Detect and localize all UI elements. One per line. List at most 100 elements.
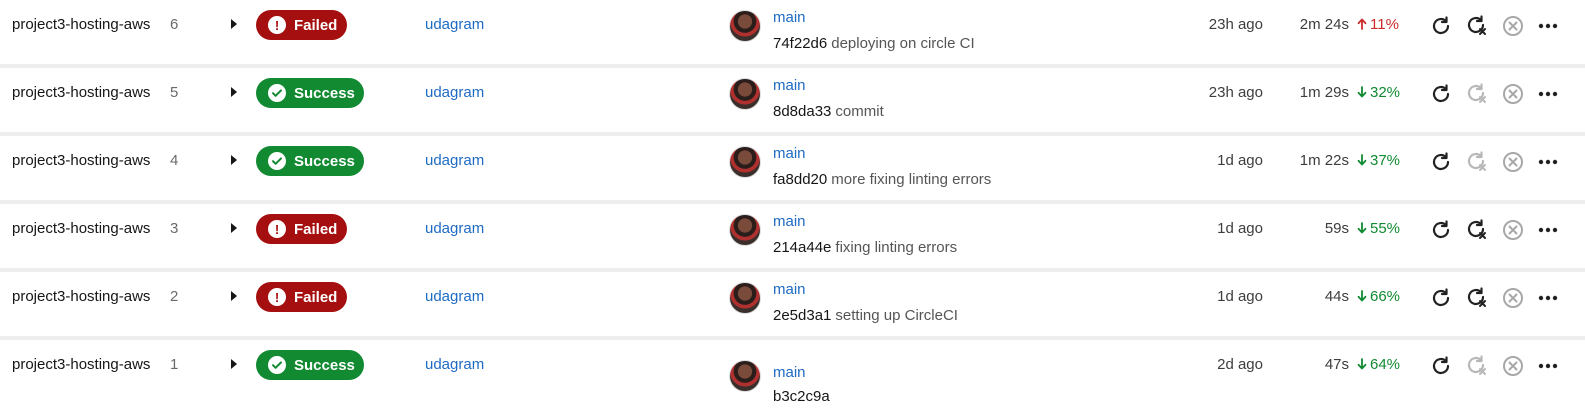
branch-link[interactable]: main (773, 364, 806, 381)
duration-change: 55% (1357, 220, 1400, 237)
pipeline-row[interactable]: project3-hosting-aws 1 Success udagram m… (0, 340, 1585, 408)
alert-icon: ! (268, 220, 286, 238)
commit-sha[interactable]: b3c2c9a (773, 388, 830, 405)
expand-caret-icon[interactable] (231, 19, 237, 29)
project-name[interactable]: project3-hosting-aws (12, 356, 150, 373)
started-ago: 23h ago (1208, 16, 1263, 33)
commit-message: commit (835, 103, 884, 120)
commit-info: fa8dd20 more fixing linting errors (773, 171, 991, 188)
cancel-icon[interactable] (1500, 149, 1526, 175)
started-ago: 1d ago (1217, 288, 1263, 305)
change-value: 32% (1370, 84, 1401, 101)
arrow-down-icon (1357, 220, 1370, 237)
change-value: 55% (1370, 220, 1401, 237)
rerun-failed-icon[interactable] (1464, 13, 1490, 39)
avatar (729, 214, 761, 246)
pipeline-row[interactable]: project3-hosting-aws 4 Success udagram m… (0, 136, 1585, 200)
rerun-failed-icon[interactable] (1464, 217, 1490, 243)
pipeline-number: 2 (170, 288, 179, 305)
commit-info: b3c2c9a (773, 388, 834, 405)
repo-link[interactable]: udagram (425, 16, 484, 33)
rerun-icon[interactable] (1428, 13, 1454, 39)
repo-link[interactable]: udagram (425, 356, 484, 373)
project-name[interactable]: project3-hosting-aws (12, 288, 150, 305)
project-name[interactable]: project3-hosting-aws (12, 220, 150, 237)
pipeline-row[interactable]: project3-hosting-aws 6 ! Failed udagram … (0, 0, 1585, 64)
rerun-failed-icon[interactable] (1464, 81, 1490, 107)
status-badge[interactable]: Success (256, 146, 364, 176)
cancel-icon[interactable] (1500, 13, 1526, 39)
commit-sha[interactable]: 214a44e (773, 239, 831, 256)
status-label: Failed (294, 220, 338, 238)
pipeline-number: 4 (170, 152, 179, 169)
project-name[interactable]: project3-hosting-aws (12, 152, 150, 169)
branch-link[interactable]: main (773, 281, 806, 298)
cancel-icon[interactable] (1500, 81, 1526, 107)
avatar (729, 78, 761, 110)
rerun-icon[interactable] (1428, 149, 1454, 175)
repo-link[interactable]: udagram (425, 152, 484, 169)
branch-link[interactable]: main (773, 145, 806, 162)
expand-caret-icon[interactable] (231, 87, 237, 97)
pipeline-row[interactable]: project3-hosting-aws 2 ! Failed udagram … (0, 272, 1585, 336)
pipeline-number: 3 (170, 220, 179, 237)
project-name[interactable]: project3-hosting-aws (12, 84, 150, 101)
arrow-down-icon (1357, 288, 1370, 305)
rerun-failed-icon[interactable] (1464, 285, 1490, 311)
commit-message: deploying on circle CI (831, 35, 975, 52)
branch-link[interactable]: main (773, 9, 806, 26)
status-badge[interactable]: ! Failed (256, 282, 347, 312)
rerun-failed-icon[interactable] (1464, 353, 1490, 379)
rerun-icon[interactable] (1428, 81, 1454, 107)
commit-info: 74f22d6 deploying on circle CI (773, 35, 975, 52)
repo-link[interactable]: udagram (425, 84, 484, 101)
duration: 44s (1324, 288, 1349, 305)
commit-message: fixing linting errors (835, 239, 958, 256)
pipeline-row[interactable]: project3-hosting-aws 5 Success udagram m… (0, 68, 1585, 132)
status-label: Failed (294, 16, 338, 34)
expand-caret-icon[interactable] (231, 291, 237, 301)
status-label: Success (294, 152, 355, 170)
more-icon[interactable] (1535, 81, 1561, 107)
repo-link[interactable]: udagram (425, 288, 484, 305)
expand-caret-icon[interactable] (231, 359, 237, 369)
pipeline-number: 5 (170, 84, 179, 101)
rerun-failed-icon[interactable] (1464, 149, 1490, 175)
started-ago: 1d ago (1217, 152, 1263, 169)
branch-link[interactable]: main (773, 77, 806, 94)
commit-message: setting up CircleCI (835, 307, 958, 324)
expand-caret-icon[interactable] (231, 223, 237, 233)
more-icon[interactable] (1535, 13, 1561, 39)
rerun-icon[interactable] (1428, 217, 1454, 243)
cancel-icon[interactable] (1500, 353, 1526, 379)
more-icon[interactable] (1535, 217, 1561, 243)
duration: 59s (1324, 220, 1349, 237)
more-icon[interactable] (1535, 149, 1561, 175)
status-badge[interactable]: ! Failed (256, 10, 347, 40)
repo-link[interactable]: udagram (425, 220, 484, 237)
pipeline-row[interactable]: project3-hosting-aws 3 ! Failed udagram … (0, 204, 1585, 268)
commit-sha[interactable]: fa8dd20 (773, 171, 827, 188)
more-icon[interactable] (1535, 353, 1561, 379)
branch-link[interactable]: main (773, 213, 806, 230)
rerun-icon[interactable] (1428, 353, 1454, 379)
status-badge[interactable]: Success (256, 350, 364, 380)
duration: 1m 22s (1299, 152, 1349, 169)
cancel-icon[interactable] (1500, 285, 1526, 311)
cancel-icon[interactable] (1500, 217, 1526, 243)
check-icon (268, 356, 286, 374)
expand-caret-icon[interactable] (231, 155, 237, 165)
commit-sha[interactable]: 8d8da33 (773, 103, 831, 120)
check-icon (268, 152, 286, 170)
project-name[interactable]: project3-hosting-aws (12, 16, 150, 33)
duration-change: 11% (1357, 16, 1399, 33)
alert-icon: ! (268, 288, 286, 306)
status-badge[interactable]: ! Failed (256, 214, 347, 244)
status-badge[interactable]: Success (256, 78, 364, 108)
rerun-icon[interactable] (1428, 285, 1454, 311)
more-icon[interactable] (1535, 285, 1561, 311)
commit-sha[interactable]: 74f22d6 (773, 35, 827, 52)
arrow-up-icon (1357, 16, 1370, 33)
avatar (729, 360, 761, 392)
commit-sha[interactable]: 2e5d3a1 (773, 307, 831, 324)
